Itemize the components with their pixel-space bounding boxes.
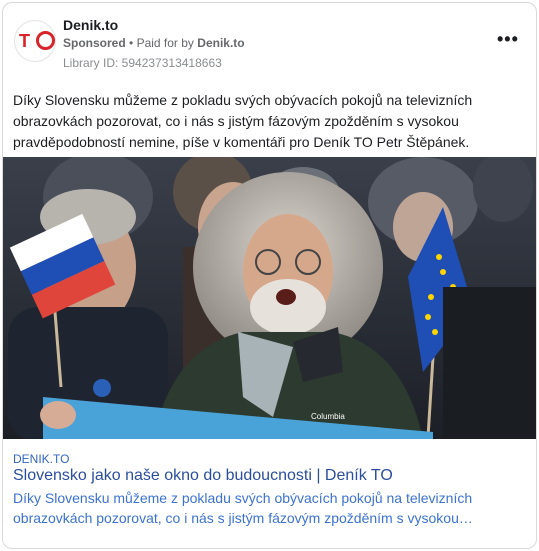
link-description[interactable]: Díky Slovensku můžeme z pokladu svých ob… xyxy=(13,488,523,528)
denik-to-logo: T xyxy=(19,31,30,51)
link-description-line: obrazovkách pozorovat, co i nás s jistým… xyxy=(13,510,473,526)
separator-dot: • xyxy=(129,36,134,50)
sponsored-line: Sponsored • Paid for by Denik.to xyxy=(63,36,245,50)
link-title[interactable]: Slovensko jako naše okno do budoucnosti … xyxy=(13,467,393,485)
post-text-line: obrazovkách pozorovat, co i nás s jistým… xyxy=(13,113,459,129)
page-avatar[interactable]: T xyxy=(14,20,56,62)
paid-for-by-label: Paid for by xyxy=(136,36,194,50)
more-options-icon[interactable]: ••• xyxy=(497,30,519,48)
page-name[interactable]: Denik.to xyxy=(63,17,118,33)
sponsored-label: Sponsored xyxy=(63,36,126,50)
library-id: Library ID: 594237313418663 xyxy=(63,56,222,70)
link-domain[interactable]: DENIK.TO xyxy=(13,452,69,466)
ad-photo[interactable]: Columbia xyxy=(3,157,536,439)
ad-card: T Denik.to Sponsored • Paid for by Denik… xyxy=(2,2,537,549)
protest-photo: Columbia xyxy=(3,157,536,439)
funder-name[interactable]: Denik.to xyxy=(197,36,244,50)
logo-ring xyxy=(36,31,55,50)
post-text: Díky Slovensku můžeme z pokladu svých ob… xyxy=(13,90,528,153)
post-text-line: Díky Slovensku můžeme z pokladu svých ob… xyxy=(13,92,473,108)
link-description-line: Díky Slovensku můžeme z pokladu svých ob… xyxy=(13,490,473,506)
post-text-line: pravděpodobností nemine, píše v komentář… xyxy=(13,134,470,150)
jacket-brand: Columbia xyxy=(311,412,345,421)
